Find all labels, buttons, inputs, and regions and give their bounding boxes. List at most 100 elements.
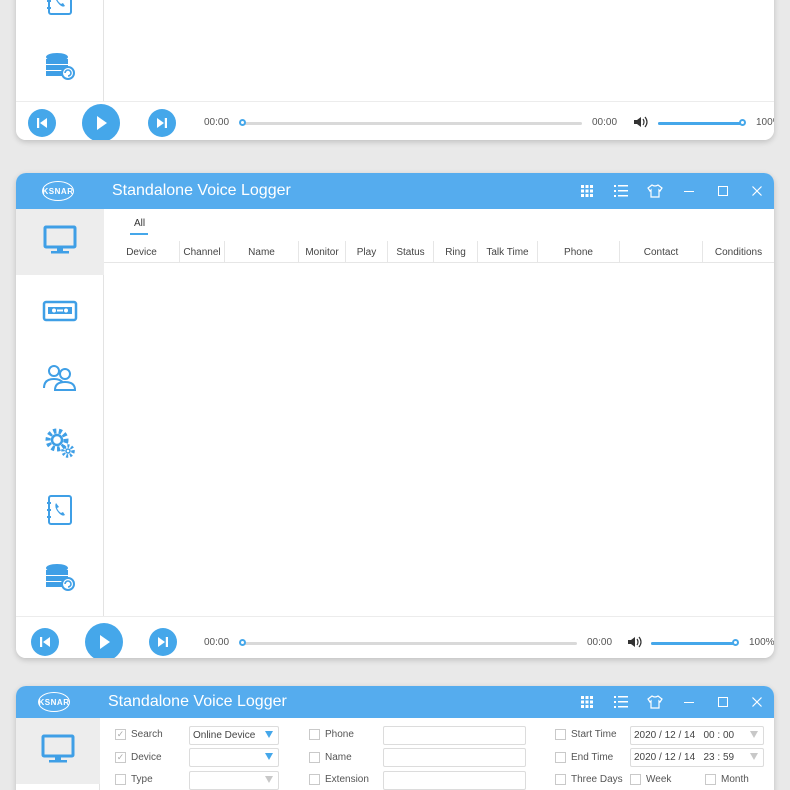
- phonebook-icon: [45, 0, 75, 21]
- grid-button[interactable]: [570, 173, 604, 209]
- titlebar: KSNAR Standalone Voice Logger: [16, 173, 774, 209]
- previous-button[interactable]: [28, 109, 56, 137]
- app-title: Standalone Voice Logger: [112, 182, 291, 199]
- progress-knob[interactable]: [239, 639, 246, 646]
- play-icon: [100, 635, 110, 649]
- minimize-icon: [684, 702, 694, 703]
- skin-button[interactable]: [638, 686, 672, 718]
- volume-icon[interactable]: [627, 635, 643, 654]
- column-channel[interactable]: Channel: [180, 241, 225, 263]
- column-monitor[interactable]: Monitor: [299, 241, 346, 263]
- search-checkbox[interactable]: ✓ Search: [115, 729, 163, 740]
- close-button[interactable]: [740, 686, 774, 718]
- minimize-button[interactable]: [672, 173, 706, 209]
- list-icon: [614, 185, 628, 197]
- sidebar-item-phonebook[interactable]: [16, 0, 104, 36]
- skin-button[interactable]: [638, 173, 672, 209]
- month-checkbox[interactable]: Month: [705, 774, 749, 785]
- tab-all[interactable]: All: [134, 218, 145, 229]
- device-select-secondary[interactable]: [189, 748, 279, 767]
- end-time-checkbox-box[interactable]: [555, 752, 566, 763]
- extension-input[interactable]: [383, 771, 526, 790]
- column-name[interactable]: Name: [225, 241, 299, 263]
- column-device[interactable]: Device: [104, 241, 180, 263]
- play-button[interactable]: [82, 104, 120, 140]
- phone-checkbox-box[interactable]: [309, 729, 320, 740]
- extension-checkbox[interactable]: Extension: [309, 774, 369, 785]
- month-checkbox-box[interactable]: [705, 774, 716, 785]
- close-button[interactable]: [740, 173, 774, 209]
- column-contact[interactable]: Contact: [620, 241, 703, 263]
- maximize-button[interactable]: [706, 173, 740, 209]
- skip-back-icon: [37, 118, 47, 128]
- sidebar-item-phonebook[interactable]: [16, 479, 104, 545]
- end-time-checkbox[interactable]: End Time: [555, 752, 613, 763]
- list-button[interactable]: [604, 173, 638, 209]
- titlebar: KSNAR Standalone Voice Logger: [16, 686, 774, 718]
- start-time-checkbox[interactable]: Start Time: [555, 729, 617, 740]
- window-top-cropped: 00:00 00:00 100%: [16, 0, 774, 140]
- phone-input[interactable]: [383, 726, 526, 745]
- grid-button[interactable]: [570, 686, 604, 718]
- column-ring[interactable]: Ring: [434, 241, 478, 263]
- sidebar-item-monitor[interactable]: [16, 718, 100, 784]
- three-days-checkbox[interactable]: Three Days: [555, 774, 623, 785]
- dropdown-arrow-icon: [265, 731, 273, 738]
- progress-track[interactable]: [242, 642, 577, 645]
- sidebar: [16, 718, 100, 790]
- extension-checkbox-box[interactable]: [309, 774, 320, 785]
- volume-icon[interactable]: [633, 115, 649, 134]
- search-checkbox-box[interactable]: ✓: [115, 729, 126, 740]
- player-bar: 00:00 00:00 100%: [16, 616, 774, 658]
- maximize-icon: [718, 186, 728, 196]
- type-checkbox-box[interactable]: [115, 774, 126, 785]
- column-play[interactable]: Play: [346, 241, 388, 263]
- previous-button[interactable]: [31, 628, 59, 656]
- play-button[interactable]: [85, 623, 123, 658]
- type-checkbox[interactable]: Type: [115, 774, 153, 785]
- progress-track[interactable]: [242, 122, 582, 125]
- app-logo: KSNAR: [38, 692, 70, 712]
- column-talk-time[interactable]: Talk Time: [478, 241, 538, 263]
- sidebar-item-database[interactable]: [16, 35, 104, 101]
- sidebar-item-monitor[interactable]: [16, 209, 104, 275]
- column-conditions[interactable]: Conditions: [703, 241, 774, 263]
- device-checkbox-box[interactable]: ✓: [115, 752, 126, 763]
- column-phone[interactable]: Phone: [538, 241, 620, 263]
- three-days-checkbox-box[interactable]: [555, 774, 566, 785]
- total-time: 00:00: [592, 117, 618, 128]
- volume-knob[interactable]: [739, 119, 746, 126]
- gear-icon: [43, 426, 77, 465]
- end-time-picker[interactable]: 2020 / 12 / 14 23 : 59: [630, 748, 764, 767]
- grid-icon: [581, 696, 593, 708]
- volume-knob[interactable]: [732, 639, 739, 646]
- volume-percent: 100%: [749, 637, 774, 648]
- column-status[interactable]: Status: [388, 241, 434, 263]
- name-checkbox[interactable]: Name: [309, 752, 352, 763]
- start-time-checkbox-box[interactable]: [555, 729, 566, 740]
- monitor-icon: [43, 225, 77, 260]
- start-time-picker[interactable]: 2020 / 12 / 14 00 : 00: [630, 726, 764, 745]
- device-select[interactable]: Online Device: [189, 726, 279, 745]
- name-input[interactable]: [383, 748, 526, 767]
- week-checkbox[interactable]: Week: [630, 774, 671, 785]
- sidebar-item-users[interactable]: [16, 346, 104, 412]
- device-checkbox[interactable]: ✓ Device: [115, 752, 162, 763]
- phone-checkbox[interactable]: Phone: [309, 729, 354, 740]
- progress-knob[interactable]: [239, 119, 246, 126]
- week-checkbox-box[interactable]: [630, 774, 641, 785]
- sidebar-item-database[interactable]: [16, 546, 104, 612]
- skip-forward-icon: [157, 118, 167, 128]
- minimize-button[interactable]: [672, 686, 706, 718]
- next-button[interactable]: [149, 628, 177, 656]
- shirt-icon: [647, 695, 663, 709]
- name-checkbox-box[interactable]: [309, 752, 320, 763]
- list-button[interactable]: [604, 686, 638, 718]
- sidebar-item-settings[interactable]: [16, 412, 104, 478]
- maximize-button[interactable]: [706, 686, 740, 718]
- sidebar-item-recorder[interactable]: [16, 280, 104, 346]
- type-select[interactable]: [189, 771, 279, 790]
- next-button[interactable]: [148, 109, 176, 137]
- skip-forward-icon: [158, 637, 168, 647]
- table-header: Device Channel Name Monitor Play Status …: [104, 241, 774, 263]
